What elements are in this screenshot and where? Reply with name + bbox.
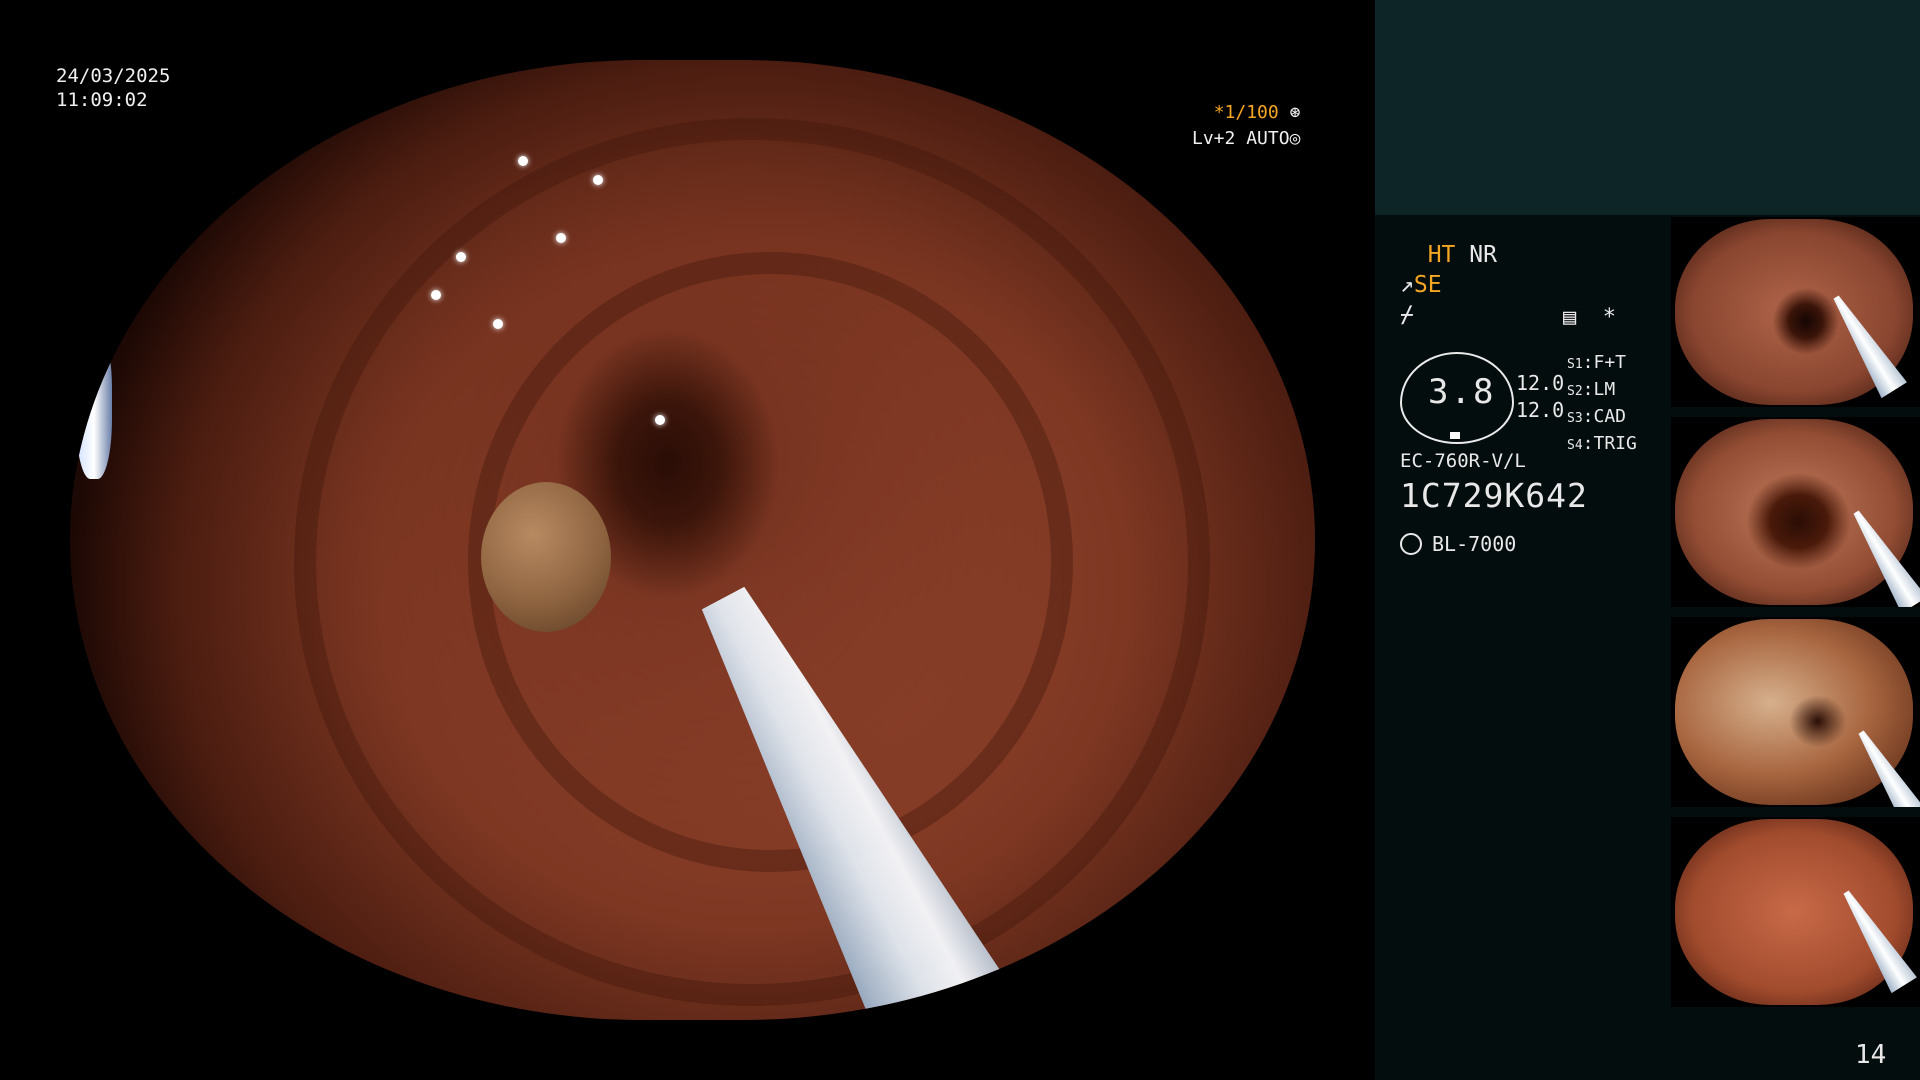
mode-value: LM [1593,379,1616,400]
thumbnail-image [1675,819,1913,1005]
zoom-marker [1450,432,1460,439]
mode-value: TRIG [1593,433,1637,454]
light-source-icon [1400,533,1422,555]
specular-highlight [555,232,566,243]
datetime-display: 24/03/2025 11:09:02 [56,64,170,112]
iris-icon: ◎ [1289,128,1301,149]
mode-key: S4 [1567,438,1583,453]
capture-star: * [1602,305,1616,330]
capture-thumbnail[interactable] [1671,417,1920,607]
gauge-level: 12.0 [1516,398,1565,422]
zoom-value: 3.8 [1428,372,1496,412]
capture-thumbnail[interactable] [1671,217,1920,407]
mode-key: S3 [1567,411,1583,426]
shutter-speed: *1/100 [1213,102,1279,123]
specular-highlight [455,252,466,262]
brightness-level: Lv+2 [1192,128,1236,149]
light-reflection [76,328,113,479]
endoscope-live-view [70,60,1315,1020]
nr-indicator: NR [1469,242,1497,268]
thumbnail-image [1675,619,1913,805]
exposure-display: *1/100 ⊛ Lv+2 AUTO◎ [1192,100,1300,152]
page-number: 14 [1855,1040,1887,1070]
capture-thumbnail[interactable] [1671,617,1920,807]
enhancement-status: HT NR ↗SE ⌿ [1400,240,1497,330]
mode-row: S3:CAD [1567,406,1627,427]
mode-row: S4:TRIG [1567,433,1637,454]
panel-header-area [1375,0,1920,215]
aperture-icon: ⊛ [1289,102,1301,123]
mode-row: S2:LM [1567,379,1616,400]
time-text: 11:09:02 [56,89,148,111]
capture-thumbnail[interactable] [1671,817,1920,1007]
color-mode-icon: ⌿ [1400,302,1414,328]
switch-modes: S1:F+T S2:LM S3:CAD S4:TRIG [1567,350,1637,458]
structure-enhance-icon: ↗ [1400,272,1414,298]
light-source-label: BL-7000 [1432,532,1517,556]
gauge-level: 12.0 [1516,371,1565,395]
mode-key: S1 [1567,357,1583,372]
thumbnail-image [1675,419,1913,605]
mode-value: F+T [1593,352,1627,373]
exposure-mode: AUTO [1246,128,1290,149]
gauge-levels: 12.0 12.0 [1516,370,1564,424]
mode-value: CAD [1593,406,1627,427]
date-text: 24/03/2025 [56,65,171,87]
specular-highlight [518,156,529,166]
mode-row: S1:F+T [1567,352,1627,373]
mode-key: S2 [1567,384,1583,399]
scope-serial: 1C729K642 [1400,476,1588,515]
recording-icon: ▤ [1563,305,1577,330]
polyp [480,482,611,633]
ht-indicator: HT [1427,242,1456,268]
se-indicator: SE [1413,272,1442,298]
light-source: BL-7000 [1400,532,1516,556]
record-status: ▤ * [1563,305,1616,330]
scope-model: EC-760R-V/L [1400,450,1526,472]
